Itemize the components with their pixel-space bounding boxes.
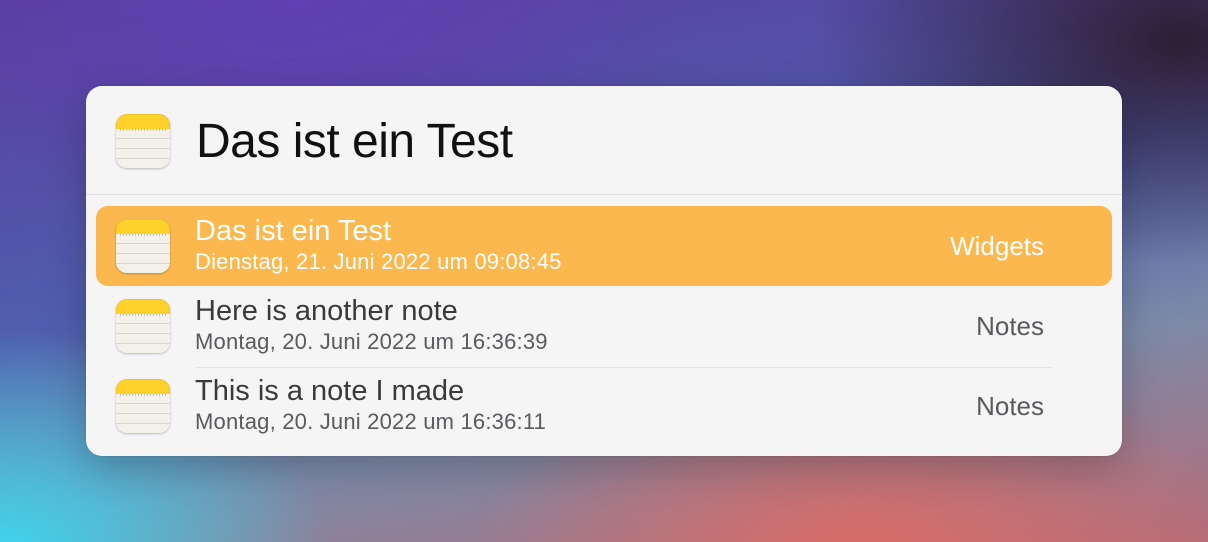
result-source: Notes — [976, 311, 1044, 341]
result-date: Montag, 20. Juni 2022 um 16:36:39 — [195, 329, 548, 354]
result-item[interactable]: Das ist ein Test Dienstag, 21. Juni 2022… — [96, 206, 1112, 286]
notes-app-icon — [116, 299, 170, 353]
result-title: Here is another note — [195, 295, 458, 327]
result-title: This is a note I made — [195, 375, 465, 407]
result-item[interactable]: Here is another note Montag, 20. Juni 20… — [96, 286, 1112, 366]
spotlight-panel: Das ist ein Test Das ist ein Test Dienst… — [86, 86, 1122, 456]
result-item[interactable]: This is a note I made Montag, 20. Juni 2… — [96, 366, 1112, 446]
search-bar[interactable]: Das ist ein Test — [86, 86, 1122, 195]
notes-app-icon — [116, 379, 170, 433]
result-date: Montag, 20. Juni 2022 um 16:36:11 — [195, 409, 547, 434]
result-date: Dienstag, 21. Juni 2022 um 09:08:45 — [195, 249, 562, 274]
result-source: Widgets — [950, 231, 1044, 261]
result-title: Das ist ein Test — [195, 215, 392, 247]
notes-app-icon — [116, 114, 170, 168]
result-source: Notes — [976, 391, 1044, 421]
notes-app-icon — [116, 219, 170, 273]
search-query[interactable]: Das ist ein Test — [196, 114, 513, 170]
